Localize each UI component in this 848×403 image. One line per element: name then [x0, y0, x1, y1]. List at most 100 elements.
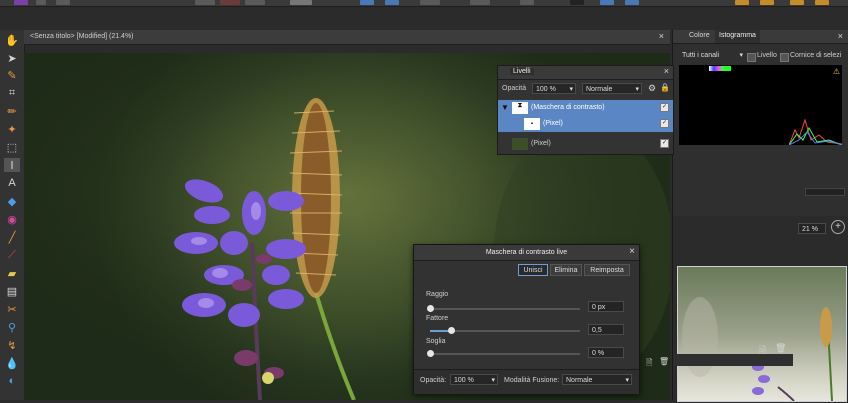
factor-value-field[interactable]: 0,5 — [588, 324, 624, 335]
layer-row[interactable]: ▼ ⧗ (Maschera di contrasto) ✓ — [498, 100, 673, 116]
toolbar-button[interactable] — [290, 0, 312, 5]
dodge-tool-icon[interactable]: ▤ — [4, 284, 20, 298]
toolbar-button[interactable] — [470, 0, 490, 5]
sponge-tool-icon[interactable]: ◐ — [4, 374, 20, 388]
toolbar-button[interactable] — [600, 0, 614, 5]
scrubber[interactable] — [805, 188, 845, 196]
toolbar-button[interactable] — [360, 0, 374, 5]
toolbar-button[interactable] — [520, 0, 534, 5]
histogram-graph: ⚠ — [679, 65, 842, 145]
frame-checkbox[interactable] — [780, 53, 789, 62]
layer-row[interactable]: (Pixel) ✓ — [498, 136, 673, 152]
trash-icon[interactable]: 🗑 — [775, 343, 786, 354]
toolbar-button[interactable] — [220, 0, 240, 5]
toolbar-button[interactable] — [385, 0, 399, 5]
toolbar-button[interactable] — [420, 0, 440, 5]
document-tab-bar: <Senza titolo> [Modified] (21.4%) × — [24, 30, 670, 45]
toolbar-button[interactable] — [815, 0, 829, 5]
dialog-opacity-select[interactable]: 100 % ▾ — [450, 374, 498, 385]
top-toolbar — [0, 0, 848, 7]
right-dock: Colore Istogramma × Tutti i canali ▾ Live… — [672, 30, 848, 402]
reset-button[interactable]: Reimposta — [584, 264, 630, 276]
layers-opacity-select[interactable]: 100 % ▾ — [532, 83, 576, 94]
level-checkbox[interactable] — [747, 53, 756, 62]
radius-value-field[interactable]: 0 px — [588, 301, 624, 312]
clone-tool-icon[interactable]: ⚲ — [4, 320, 20, 334]
close-icon[interactable]: × — [838, 31, 843, 41]
layer-visibility-checkbox[interactable]: ✓ — [660, 119, 669, 128]
lock-icon[interactable]: 🔒 — [660, 83, 670, 92]
document-title[interactable]: <Senza titolo> [Modified] (21.4%) — [30, 33, 134, 40]
dialog-blend-label: Modalità Fusione: — [504, 377, 560, 384]
frame-label: Cornice di selezi — [790, 52, 842, 59]
radius-label: Raggio — [426, 291, 449, 298]
selection-brush-icon[interactable]: ✦ — [4, 122, 20, 136]
delete-button[interactable]: Elimina — [550, 264, 582, 276]
persona-photo-icon[interactable] — [14, 0, 28, 5]
merge-button[interactable]: Unisci — [518, 264, 548, 276]
toolbar-button[interactable] — [570, 0, 584, 5]
slider-knob[interactable] — [427, 350, 434, 357]
trash-icon[interactable]: 🗑 — [659, 357, 669, 366]
toolbar-button[interactable] — [760, 0, 774, 5]
zoom-field[interactable]: 21 % — [798, 223, 826, 234]
dialog-opacity-label: Opacità: — [420, 377, 447, 384]
brush-tool-icon[interactable]: ✏ — [4, 104, 20, 118]
factor-slider[interactable] — [430, 327, 580, 334]
close-icon[interactable]: × — [629, 246, 635, 257]
pixel-tool-icon[interactable]: ⟋ — [4, 248, 20, 262]
tab-colore[interactable]: Colore — [685, 30, 714, 43]
text-tool-icon[interactable]: A — [4, 176, 20, 190]
eyedropper-tool-icon[interactable]: ✎ — [4, 68, 20, 82]
paint-brush-icon[interactable]: ╱ — [4, 230, 20, 244]
layer-label: (Pixel) — [531, 140, 551, 147]
slider-knob[interactable] — [448, 327, 455, 334]
persona-liquify-icon[interactable] — [36, 0, 46, 5]
tools-panel: ✋ ➤ ✎ ⌗ ✏ ✦ ⬚ Ⅰ A ◆ ◉ ╱ ⟋ ▰ ▤ ✂ ⚲ ↯ 💧 ◐ — [0, 30, 25, 400]
page-icon[interactable]: 🗎 — [759, 343, 766, 359]
factor-label: Fattore — [426, 315, 449, 322]
warning-icon[interactable]: ⚠ — [833, 67, 840, 76]
smudge-tool-icon[interactable]: ↯ — [4, 338, 20, 352]
threshold-slider[interactable] — [427, 350, 580, 357]
layers-footer — [673, 354, 793, 366]
navigator-thumbnail[interactable] — [677, 266, 847, 402]
toolbar-button[interactable] — [790, 0, 804, 5]
marquee-tool-icon[interactable]: ⬚ — [4, 140, 20, 154]
dialog-title: Maschera di contrasto live — [485, 249, 568, 256]
fill-tool-icon[interactable]: ◆ — [4, 194, 20, 208]
gear-icon[interactable]: ⚙ — [648, 83, 656, 94]
toolbar-button[interactable] — [195, 0, 215, 5]
slider-knob[interactable] — [427, 305, 434, 312]
page-icon[interactable]: 🗎 — [646, 357, 652, 371]
layer-visibility-checkbox[interactable]: ✓ — [660, 139, 669, 148]
toolbar-button[interactable] — [735, 0, 749, 5]
radius-slider[interactable] — [427, 305, 580, 312]
blur-tool-icon[interactable]: 💧 — [4, 356, 20, 370]
close-icon[interactable]: × — [659, 31, 664, 41]
dialog-blend-select[interactable]: Normale ▾ — [562, 374, 632, 385]
dialog-titlebar[interactable]: Maschera di contrasto live × — [414, 245, 639, 261]
layers-title[interactable]: Livelli — [510, 68, 534, 75]
crop-tool-icon[interactable]: ⌗ — [4, 86, 20, 100]
layers-blend-select[interactable]: Normale ▾ — [582, 83, 642, 94]
persona-develop-icon[interactable] — [56, 0, 70, 5]
channel-select[interactable]: Tutti i canali ▾ — [679, 50, 745, 61]
toolbar-button[interactable] — [625, 0, 639, 5]
tab-istogramma[interactable]: Istogramma — [715, 30, 760, 43]
close-icon[interactable]: × — [664, 66, 669, 76]
hand-tool-icon[interactable]: ✋ — [4, 33, 20, 47]
toolbar-button[interactable] — [245, 0, 265, 5]
move-tool-icon[interactable]: ➤ — [4, 51, 20, 65]
gradient-tool-icon[interactable]: ◉ — [4, 212, 20, 226]
erase-tool-icon[interactable]: ▰ — [4, 266, 20, 280]
retouch-tool-icon[interactable]: ✂ — [4, 302, 20, 316]
expand-triangle-icon[interactable]: ▼ — [501, 103, 509, 112]
layer-label: (Pixel) — [543, 120, 563, 127]
zoom-in-icon[interactable]: + — [831, 220, 845, 234]
threshold-value-field[interactable]: 0 % — [588, 347, 624, 358]
layer-row[interactable]: ▪ (Pixel) ✓ — [498, 116, 673, 132]
frame-text-tool-icon[interactable]: Ⅰ — [4, 158, 20, 172]
layer-visibility-checkbox[interactable]: ✓ — [660, 103, 669, 112]
level-label: Livello — [757, 52, 777, 59]
